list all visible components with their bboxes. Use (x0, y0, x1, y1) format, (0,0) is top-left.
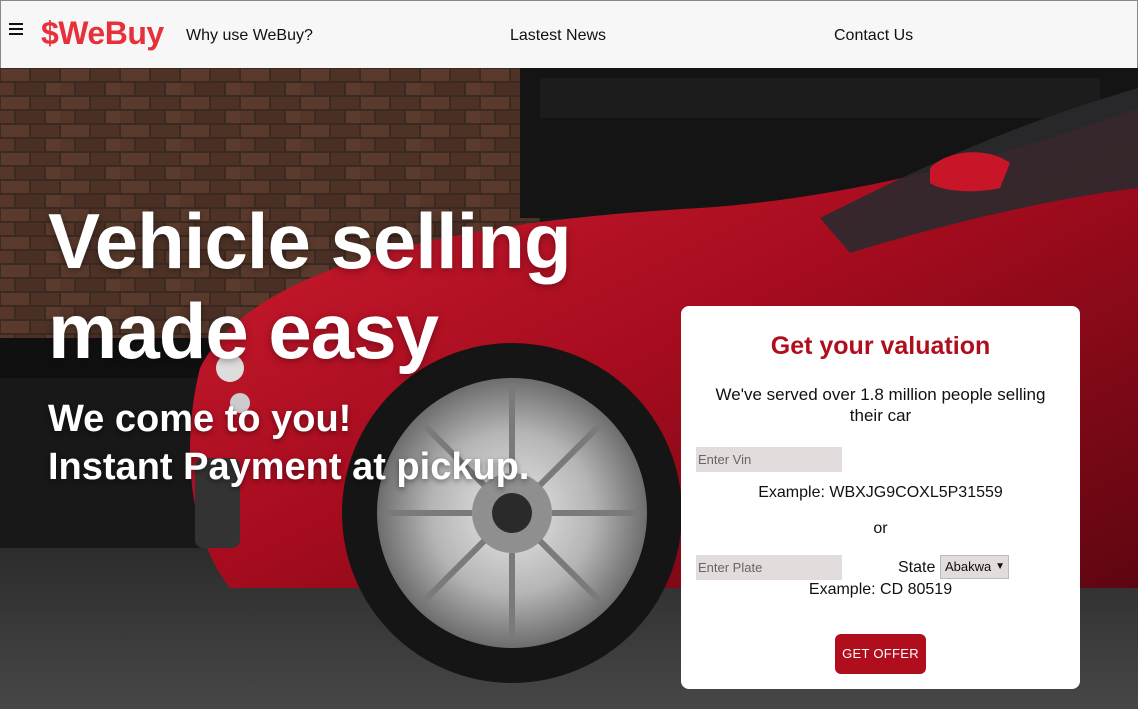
nav-link-contact-us[interactable]: Contact Us (834, 27, 913, 45)
top-navbar: $WeBuy Why use WeBuy? Lastest News Conta… (0, 0, 1138, 68)
plate-example: Example: CD 80519 (808, 581, 953, 598)
state-select[interactable]: Abakwa ▼ (940, 555, 1009, 579)
valuation-card: Get your valuation We've served over 1.8… (681, 306, 1080, 689)
or-separator: or (873, 520, 888, 537)
vin-example: Example: WBXJG9COXL5P31559 (758, 484, 1003, 501)
logo[interactable]: $WeBuy (41, 15, 164, 52)
valuation-description: We've served over 1.8 million people sel… (715, 385, 1046, 425)
nav-link-why-use-webuy[interactable]: Why use WeBuy? (186, 27, 313, 45)
state-selected-value: Abakwa (945, 559, 992, 574)
headline-line-2: made easy (48, 287, 439, 375)
hamburger-menu-icon[interactable] (9, 23, 23, 37)
state-label: State (898, 559, 936, 576)
get-offer-button[interactable]: GET OFFER (835, 634, 926, 674)
plate-input[interactable]: Enter Plate (696, 555, 842, 580)
vin-input[interactable]: Enter Vin (696, 447, 842, 472)
chevron-down-icon: ▼ (995, 561, 1005, 572)
hero-subline-2: Instant Payment at pickup. (48, 446, 530, 488)
hero-headline: Vehicle selling made easy (48, 196, 608, 376)
nav-link-latest-news[interactable]: Lastest News (510, 27, 606, 45)
headline-line-1: Vehicle selling (48, 197, 572, 285)
hero-subline-1: We come to you! (48, 398, 352, 440)
valuation-title: Get your valuation (770, 332, 991, 360)
